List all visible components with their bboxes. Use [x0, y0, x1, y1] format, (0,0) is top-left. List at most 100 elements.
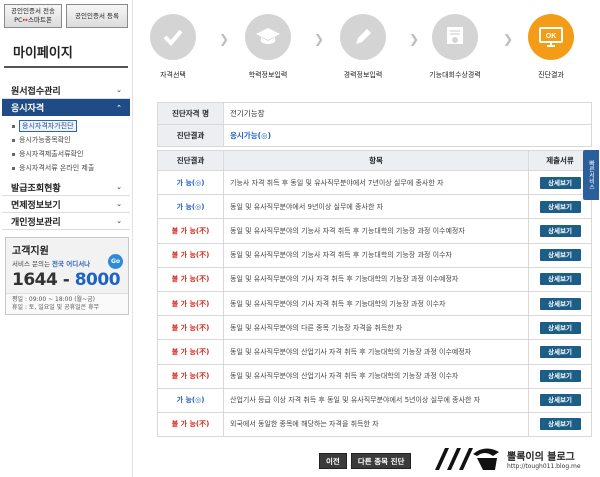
row-item: 동일 및 유사직무분야의 산업기사 자격 취득 후 기능대학의 기능장 과정 이…: [223, 339, 529, 365]
row-status: 불 가 능(不): [157, 218, 224, 244]
other-subject-button[interactable]: 다른 종목 진단: [350, 453, 412, 469]
quick-service-tab[interactable]: 빠른서비스: [583, 150, 599, 200]
row-documents: 상세보기: [528, 339, 592, 365]
support-phone: 1644 - 8000: [12, 270, 121, 290]
row-status: 가 능(◎): [157, 194, 224, 220]
result-value: 응시가능(◎): [223, 124, 592, 147]
detail-view-button[interactable]: 상세보기: [539, 249, 581, 262]
chevron-right-icon: ❯: [409, 32, 420, 46]
row-item: 동일 및 유사직무분야의 기능사 자격 취득 후 기능대학의 기능장 과정 이수…: [223, 218, 529, 244]
progress-steps: 자격선택 ❯ 학력정보입력 ❯ 경력정보입력 ❯ 기능대회수상경력 ❯ OK 진…: [133, 0, 600, 95]
submenu-online-submit[interactable]: 응시자격서류 온라인 제출: [12, 161, 132, 175]
step-result: OK 진단결과: [521, 14, 581, 80]
sidebar-item-issuance[interactable]: 발급조회현황 ⌄: [2, 179, 130, 196]
certificate-icon: [432, 14, 478, 60]
table-row: 가 능(◎) 산업기사 등급 이상 자격 취득 후 동일 및 유사직무분야에서 5…: [157, 387, 592, 413]
chevron-down-icon: ⌄: [116, 200, 122, 208]
row-status: 불 가 능(不): [157, 339, 224, 365]
row-documents: 상세보기: [528, 411, 592, 438]
sidebar: 공인인증서 전송 PC↔스마트폰 공인인증서 등록 마이페이지 원서접수관리 ⌄…: [0, 0, 133, 477]
diagnosis-summary-table: 진단자격 명 전기기능장 진단결과 응시가능(◎): [157, 102, 592, 147]
row-status: 불 가 능(不): [157, 363, 224, 389]
bullet-icon: [12, 166, 15, 170]
result-label: 진단결과: [157, 124, 224, 147]
row-item: 동일 및 유사직무분야의 기사 자격 취득 후 기능대학의 기능장 과정 이수자: [223, 290, 529, 317]
table-row: 불 가 능(不) 동일 및 유사직무분야의 기사 자격 취득 후 기능대학의 기능…: [157, 290, 592, 317]
row-documents: 상세보기: [528, 290, 592, 317]
sidebar-item-application[interactable]: 원서접수관리 ⌄: [2, 82, 130, 99]
sidebar-item-qualification[interactable]: 응시자격 ⌃: [2, 99, 130, 116]
go-button[interactable]: Go: [108, 254, 123, 269]
graduation-cap-icon: [245, 14, 291, 60]
criteria-table: 진단결과 항목 제출서류 가 능(◎) 기능사 자격 취득 후 동일 및 유사직무…: [157, 150, 592, 438]
watermark-url: http://tough011.blog.me: [507, 462, 581, 470]
row-item: 동일 및 유사직무분야의 기사 자격 취득 후 기능대학의 기능장 과정 이수예…: [223, 266, 529, 292]
table-row: 불 가 능(不) 동일 및 유사직무분야의 다른 종목 기능장 자격을 취득한 자…: [157, 315, 592, 341]
cert-transfer-label: 공인인증서 전송: [11, 7, 55, 15]
submenu-document-check[interactable]: 응시자격제출서류확인: [12, 147, 132, 161]
cert-register-button[interactable]: 공인인증서 등록: [66, 4, 128, 28]
bullet-icon: [12, 124, 15, 128]
detail-view-button[interactable]: 상세보기: [539, 273, 581, 286]
chevron-down-icon: ⌄: [116, 86, 122, 94]
detail-view-button[interactable]: 상세보기: [539, 176, 581, 189]
row-status: 가 능(◎): [157, 169, 224, 196]
sidebar-menu: 원서접수관리 ⌄ 응시자격 ⌃ 응시자격자가진단 응시가능종목확인 응시자격제출…: [0, 82, 132, 230]
prev-button[interactable]: 이전: [319, 453, 347, 469]
detail-view-button[interactable]: 상세보기: [539, 321, 581, 334]
sidebar-item-personal-info[interactable]: 개인정보관리 ⌄: [2, 213, 130, 230]
detail-view-button[interactable]: 상세보기: [539, 394, 581, 407]
row-status: 불 가 능(不): [157, 315, 224, 341]
bottom-buttons: 이전 다른 종목 진단: [319, 453, 412, 469]
pencil-icon: [340, 14, 386, 60]
table-row: 가 능(◎) 동일 및 유사직무분야에서 9년이상 실무에 종사한 자 상세보기: [157, 194, 592, 220]
bullet-icon: [12, 152, 15, 156]
svg-text:OK: OK: [546, 33, 557, 40]
col-header-result: 진단결과: [157, 150, 224, 171]
cert-transfer-button[interactable]: 공인인증서 전송 PC↔스마트폰: [4, 4, 62, 28]
row-item: 동일 및 유사직무분야의 다른 종목 기능장 자격을 취득한 자: [223, 315, 529, 341]
submenu-available-subjects[interactable]: 응시가능종목확인: [12, 133, 132, 147]
main-content: 자격선택 ❯ 학력정보입력 ❯ 경력정보입력 ❯ 기능대회수상경력 ❯ OK 진…: [133, 0, 600, 477]
detail-view-button[interactable]: 상세보기: [539, 200, 581, 213]
step-education: 학력정보입력: [238, 14, 298, 80]
submenu-self-diagnosis[interactable]: 응시자격자가진단: [12, 119, 132, 133]
step-competition: 기능대회수상경력: [425, 14, 485, 80]
detail-view-button[interactable]: 상세보기: [539, 297, 581, 310]
support-title: 고객지원: [12, 246, 49, 257]
detail-view-button[interactable]: 상세보기: [539, 370, 581, 383]
chevron-up-icon: ⌃: [116, 103, 122, 112]
bullet-icon: [12, 138, 15, 142]
step-select-qualification: 자격선택: [143, 14, 203, 80]
chevron-right-icon: ❯: [219, 32, 230, 46]
detail-view-button[interactable]: 상세보기: [539, 224, 581, 237]
row-documents: 상세보기: [528, 315, 592, 341]
pc-label: PC: [14, 16, 23, 24]
row-item: 산업기사 등급 이상 자격 취득 후 동일 및 유사직무분야에서 5년이상 실무…: [223, 387, 529, 413]
sidebar-item-exemption[interactable]: 면제정보보기 ⌄: [2, 196, 130, 213]
row-documents: 상세보기: [528, 363, 592, 389]
row-documents: 상세보기: [528, 242, 592, 268]
watermark-title: 뽈록이의 블로그: [507, 451, 575, 463]
chevron-right-icon: ❯: [314, 32, 325, 46]
support-hours: 평일 : 09:00 ~ 18:00 (월~금) 휴일 : 토, 일요일 및 공…: [6, 293, 128, 314]
row-item: 동일 및 유사직무분야의 기능사 자격 취득 후 기능대학의 기능장 과정 이수…: [223, 242, 529, 268]
row-item: 동일 및 유사직무분야에서 9년이상 실무에 종사한 자: [223, 194, 529, 220]
row-documents: 상세보기: [528, 387, 592, 413]
ok-monitor-icon: OK: [528, 14, 574, 60]
table-row: 불 가 능(不) 동일 및 유사직무분야의 산업기사 자격 취득 후 기능대학의 …: [157, 363, 592, 389]
row-documents: 상세보기: [528, 218, 592, 244]
page-title: 마이페이지: [4, 28, 128, 68]
row-documents: 상세보기: [528, 266, 592, 292]
qual-value: 전기기능장: [223, 102, 592, 125]
table-row: 불 가 능(不) 동일 및 유사직무분야의 기능사 자격 취득 후 기능대학의 기…: [157, 242, 592, 268]
qualification-submenu: 응시자격자가진단 응시가능종목확인 응시자격제출서류확인 응시자격서류 온라인 …: [0, 116, 132, 179]
row-status: 불 가 능(不): [157, 266, 224, 292]
detail-view-button[interactable]: 상세보기: [539, 418, 581, 431]
detail-view-button[interactable]: 상세보기: [539, 345, 581, 358]
row-status: 불 가 능(不): [157, 411, 224, 438]
table-row: 불 가 능(不) 외국에서 동일한 종목에 해당하는 자격을 취득한 자 상세보기: [157, 411, 592, 438]
col-header-item: 항목: [223, 150, 529, 171]
cert-buttons: 공인인증서 전송 PC↔스마트폰 공인인증서 등록: [0, 0, 132, 28]
table-row: 불 가 능(不) 동일 및 유사직무분야의 산업기사 자격 취득 후 기능대학의 …: [157, 339, 592, 365]
